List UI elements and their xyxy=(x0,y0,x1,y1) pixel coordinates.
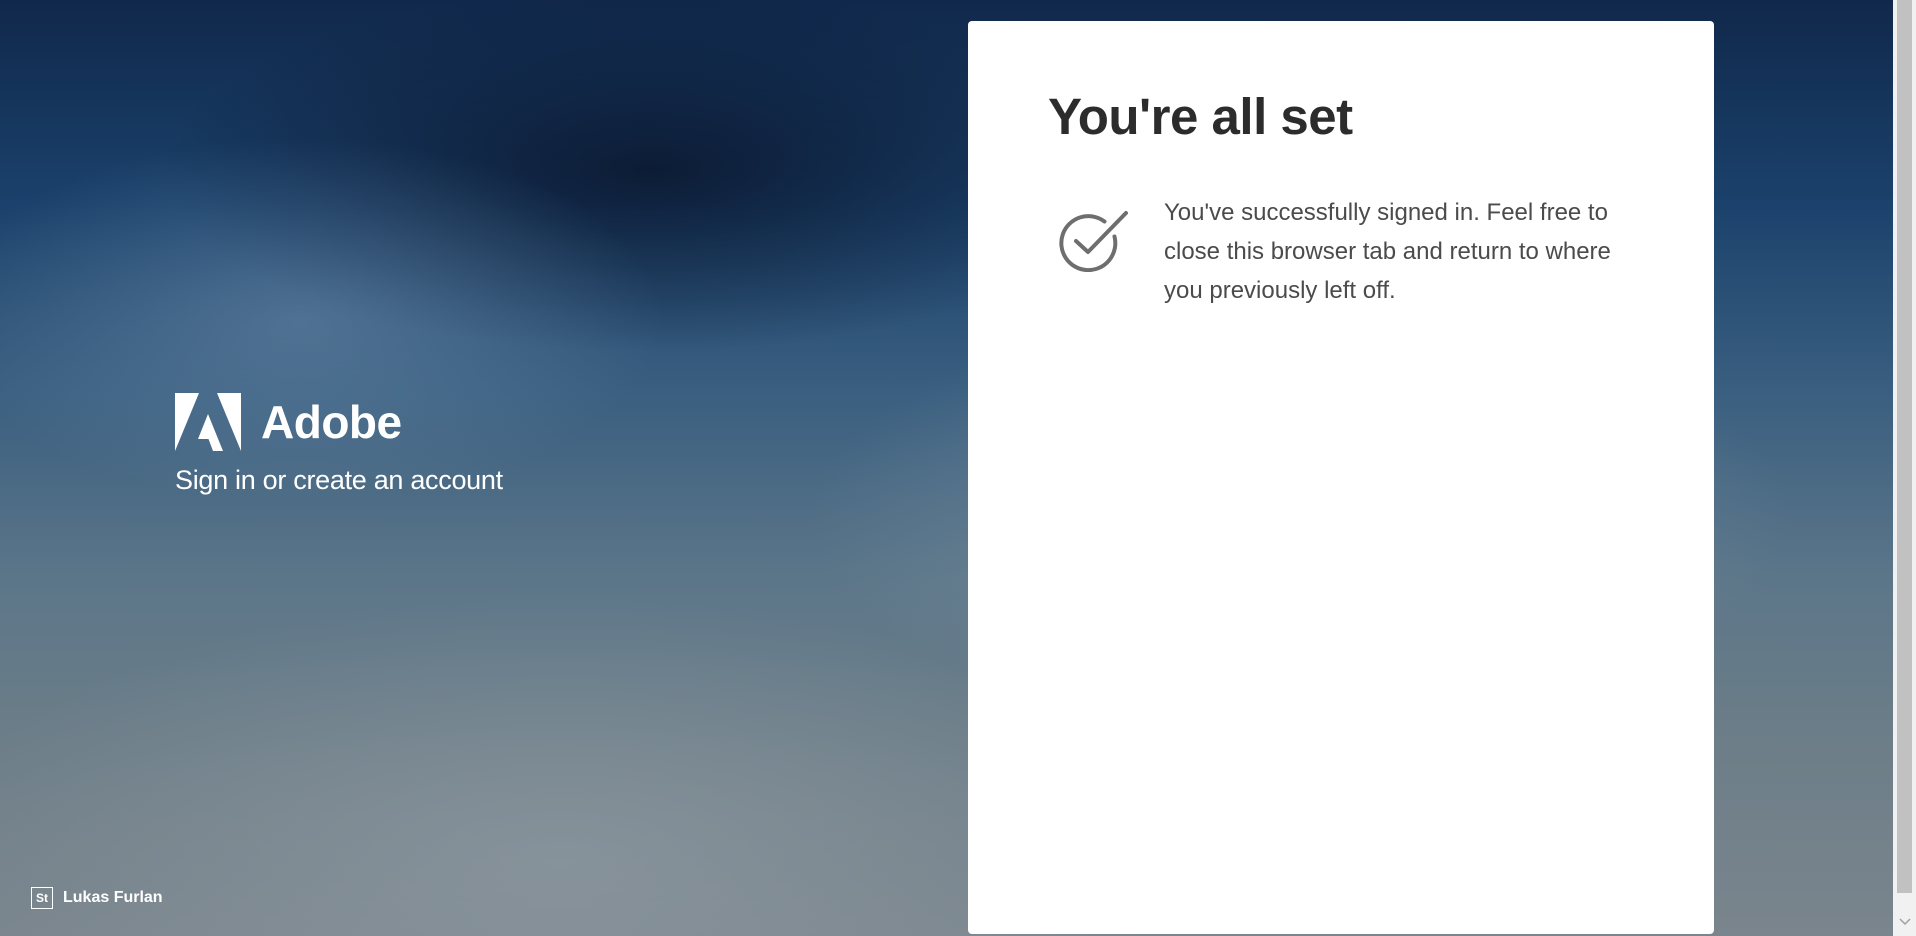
photo-credit-name[interactable]: Lukas Furlan xyxy=(63,889,163,907)
stock-badge-icon: St xyxy=(31,887,53,909)
scrollbar-thumb[interactable] xyxy=(1897,0,1912,893)
brand-block: Adobe Sign in or create an account xyxy=(175,393,503,496)
brand-name: Adobe xyxy=(261,396,402,448)
adobe-logo-icon xyxy=(175,393,241,451)
card-message: You've successfully signed in. Feel free… xyxy=(1164,199,1611,304)
brand-subtitle: Sign in or create an account xyxy=(175,465,503,495)
photo-credit[interactable]: St Lukas Furlan xyxy=(31,887,163,909)
checkmark-circle-icon xyxy=(1059,211,1128,272)
sign-in-page: Adobe Sign in or create an account St Lu… xyxy=(0,0,1916,936)
card-title: You're all set xyxy=(1048,88,1353,145)
confirmation-card: You're all set You've successfully signe… xyxy=(968,21,1714,934)
brand-row: Adobe xyxy=(175,393,503,451)
scroll-down-arrow-icon[interactable] xyxy=(1897,912,1912,932)
vertical-scrollbar[interactable] xyxy=(1893,0,1916,936)
